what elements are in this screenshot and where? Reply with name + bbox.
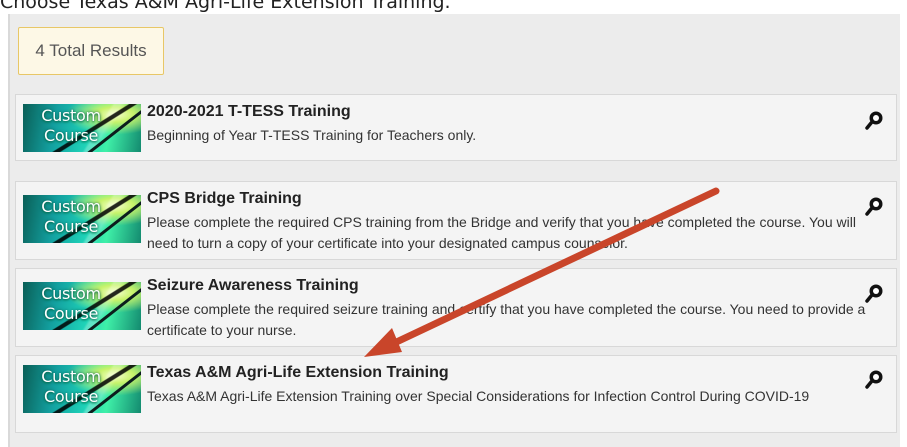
magnifier-icon[interactable] <box>864 282 886 304</box>
magnifier-icon[interactable] <box>864 109 886 131</box>
course-title[interactable]: Seizure Awareness Training <box>147 277 359 295</box>
course-description: Please complete the required seizure tra… <box>147 301 866 338</box>
thumbnail-label-custom: Custom <box>41 284 101 303</box>
results-count-badge: 4 Total Results <box>18 27 164 75</box>
thumbnail-label-course: Course <box>43 387 99 406</box>
course-title[interactable]: 2020-2021 T-TESS Training <box>147 103 351 121</box>
course-thumbnail[interactable]: Custom Course <box>23 365 141 413</box>
thumbnail-label-custom: Custom <box>41 367 101 386</box>
course-description: Texas A&M Agri-Life Extension Training o… <box>147 388 810 404</box>
thumbnail-label-custom: Custom <box>41 106 101 125</box>
course-description: Please complete the required CPS trainin… <box>147 214 856 251</box>
course-title[interactable]: CPS Bridge Training <box>147 190 302 208</box>
instruction-text: Choose Texas A&M Agri-Life Extension Tra… <box>0 0 451 13</box>
course-description: Beginning of Year T-TESS Training for Te… <box>147 127 477 143</box>
course-card[interactable]: Custom Course 2020-2021 T-TESS Training … <box>15 94 897 161</box>
course-card[interactable]: Custom Course Seizure Awareness Training… <box>15 268 897 347</box>
panel-edge <box>8 14 10 447</box>
course-title[interactable]: Texas A&M Agri-Life Extension Training <box>147 364 449 382</box>
thumbnail-label-custom: Custom <box>41 197 101 216</box>
course-thumbnail[interactable]: Custom Course <box>23 195 141 243</box>
magnifier-icon[interactable] <box>864 368 886 390</box>
course-card[interactable]: Custom Course CPS Bridge Training Please… <box>15 181 897 260</box>
thumbnail-label-course: Course <box>43 304 99 323</box>
thumbnail-label-course: Course <box>43 126 99 145</box>
magnifier-icon[interactable] <box>864 195 886 217</box>
course-thumbnail[interactable]: Custom Course <box>23 282 141 330</box>
course-thumbnail[interactable]: Custom Course <box>23 104 141 152</box>
course-card[interactable]: Custom Course Texas A&M Agri-Life Extens… <box>15 355 897 433</box>
thumbnail-label-course: Course <box>43 217 99 236</box>
